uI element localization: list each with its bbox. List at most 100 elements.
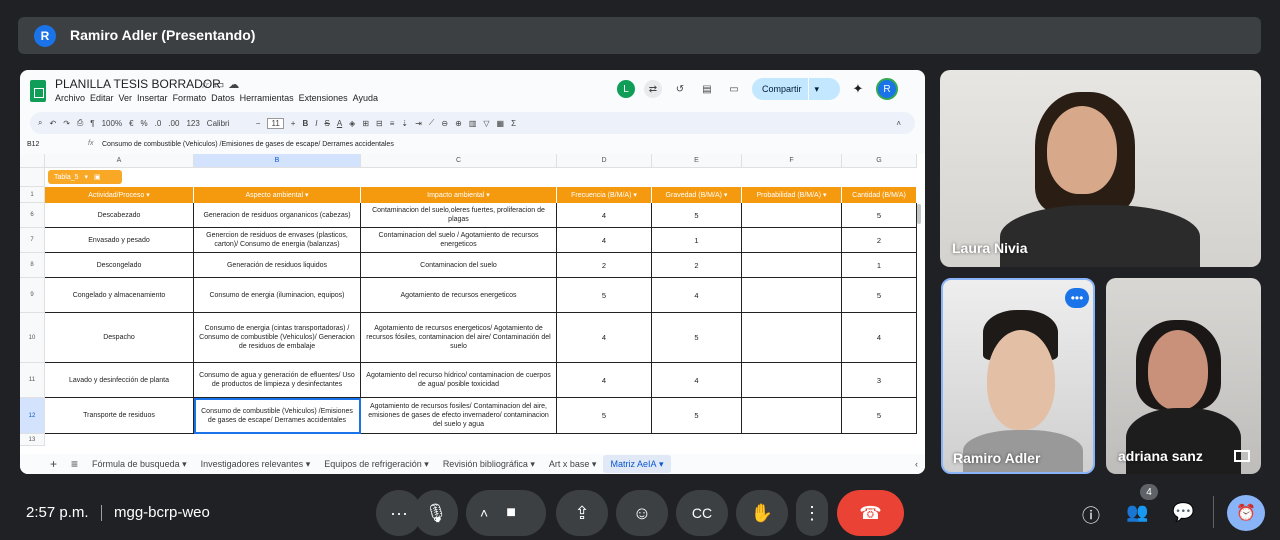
menu-ver[interactable]: Ver	[119, 93, 133, 103]
star-icon[interactable]: ☆	[200, 79, 214, 91]
filter-views-icon[interactable]: ▦	[497, 119, 505, 128]
table-cell[interactable]: 1	[842, 253, 917, 278]
row-header[interactable]: 13	[20, 434, 45, 446]
emoji-icon[interactable]: ☺	[616, 490, 668, 536]
comments-icon[interactable]: ▤	[698, 80, 716, 98]
column-header-g[interactable]: G	[842, 154, 917, 168]
camera-button[interactable]: ˄ ■	[466, 490, 546, 536]
cloud-icon[interactable]: ☁	[228, 79, 243, 91]
valign-icon[interactable]: ⇣	[401, 119, 408, 128]
table-cell[interactable]: Genercion de residuos de envases (plasti…	[194, 228, 361, 253]
search-icon[interactable]: ⌕	[38, 118, 42, 128]
table-cell[interactable]: 5	[652, 203, 742, 228]
table-cell[interactable]: 4	[842, 313, 917, 363]
table-cell[interactable]: 5	[652, 313, 742, 363]
comment-icon[interactable]: ⊕	[455, 119, 462, 128]
table-cell[interactable]: Agotamiento de recursos energeticos	[361, 278, 557, 313]
table-cell[interactable]: Consumo de energia (iluminacion, equipos…	[194, 278, 361, 313]
undo-icon[interactable]: ↶	[49, 119, 56, 128]
table-cell[interactable]: Descabezado	[45, 203, 194, 228]
table-cell[interactable]: Consumo de agua y generación de efluente…	[194, 363, 361, 398]
table-cell[interactable]: 5	[842, 203, 917, 228]
gemini-icon[interactable]: ✦	[849, 80, 867, 98]
table-cell[interactable]: 5	[557, 278, 652, 313]
table-cell[interactable]: 4	[557, 228, 652, 253]
add-sheet-icon[interactable]: +	[20, 457, 64, 471]
table-cell[interactable]	[742, 313, 842, 363]
meet-icon[interactable]: ▭	[725, 80, 743, 98]
captions-icon[interactable]: CC	[676, 490, 728, 536]
table-cell[interactable]	[742, 253, 842, 278]
italic-icon[interactable]: I	[315, 119, 317, 128]
scroll-tabs-left-icon[interactable]: ‹	[908, 459, 925, 469]
print-icon[interactable]: ⎙	[77, 118, 83, 128]
table-cell[interactable]: Envasado y pesado	[45, 228, 194, 253]
sheet-tab[interactable]: Investigadores relevantes ▾	[194, 459, 318, 470]
participant-tile-ramiro[interactable]: ••• Ramiro Adler	[941, 278, 1095, 474]
column-header-e[interactable]: E	[652, 154, 742, 168]
menu-extensiones[interactable]: Extensiones	[299, 93, 348, 103]
table-cell[interactable]: 5	[842, 278, 917, 313]
wrap-icon[interactable]: ⇥	[415, 119, 422, 128]
menu-formato[interactable]: Formato	[173, 93, 207, 103]
table-cell[interactable]: 4	[557, 203, 652, 228]
table-header-impacto[interactable]: Impacto ambiental ▾	[361, 187, 557, 203]
table-cell[interactable]: 4	[557, 313, 652, 363]
column-header-a[interactable]: A	[45, 154, 194, 168]
table-cell[interactable]	[742, 398, 842, 434]
table-cell[interactable]: Congelado y almacenamiento	[45, 278, 194, 313]
row-header-blank[interactable]	[20, 168, 45, 187]
table-cell[interactable]: Descongelado	[45, 253, 194, 278]
people-icon[interactable]: 👥	[1126, 502, 1148, 523]
row-header[interactable]: 7	[20, 228, 45, 253]
table-header-cantidad[interactable]: Cantidad (B/M/A)	[842, 187, 917, 203]
sheet-tab[interactable]: Art x base ▾	[542, 459, 604, 470]
row-header[interactable]: 6	[20, 203, 45, 228]
history-icon[interactable]: ↺	[671, 80, 689, 98]
filter-icon[interactable]: ▽	[483, 119, 489, 128]
table-cell[interactable]: Lavado y desinfección de planta	[45, 363, 194, 398]
table-header-frecuencia[interactable]: Frecuencia (B/M/A) ▾	[557, 187, 652, 203]
table-cell[interactable]	[742, 363, 842, 398]
table-cell[interactable]: 2	[842, 228, 917, 253]
selected-cell[interactable]: Consumo de combustible (Vehiculos) /Emis…	[194, 398, 361, 434]
raise-hand-icon[interactable]: ✋	[736, 490, 788, 536]
activities-icon[interactable]: ⏰	[1227, 495, 1265, 531]
zoom-select[interactable]: 100%	[102, 119, 122, 128]
table-cell[interactable]: 4	[652, 363, 742, 398]
column-header-d[interactable]: D	[557, 154, 652, 168]
table-cell[interactable]: Contaminacion del suelo / Agotamiento de…	[361, 228, 557, 253]
table-header-aspecto[interactable]: Aspecto ambiental ▾	[194, 187, 361, 203]
table-cell[interactable]: 4	[557, 363, 652, 398]
table-cell[interactable]	[742, 203, 842, 228]
font-size-input[interactable]: 11	[267, 117, 284, 129]
account-avatar[interactable]: R	[876, 78, 898, 100]
table-cell[interactable]	[742, 228, 842, 253]
table-cell[interactable]: 3	[842, 363, 917, 398]
table-name-chip[interactable]: Tabla_5 ▾ ▣	[48, 170, 122, 184]
row-header[interactable]: 8	[20, 253, 45, 278]
strikethrough-icon[interactable]: S	[324, 119, 329, 128]
corner-cell[interactable]	[20, 154, 45, 168]
rotate-icon[interactable]: ⟋	[429, 118, 435, 128]
sheet-tab[interactable]: Fórmula de busqueda ▾	[85, 459, 194, 470]
paint-format-icon[interactable]: ¶	[90, 119, 94, 128]
more-options-icon[interactable]: ⋮	[796, 490, 828, 536]
sheet-tab-active[interactable]: Matriz AeIA ▾	[603, 455, 671, 473]
link-icon[interactable]: ⊖	[441, 119, 448, 128]
menu-ayuda[interactable]: Ayuda	[353, 93, 378, 103]
table-cell[interactable]: Contaminacion del suelo	[361, 253, 557, 278]
row-header[interactable]: 11	[20, 363, 45, 398]
font-select[interactable]: Calibri	[207, 119, 249, 128]
present-screen-icon[interactable]: ⇪	[556, 490, 608, 536]
table-header-probabilidad[interactable]: Probabilidad (B/M/A) ▾	[742, 187, 842, 203]
table-cell[interactable]	[742, 278, 842, 313]
chevron-up-icon[interactable]: ˄	[480, 505, 488, 521]
collaborator-avatar[interactable]: L	[617, 80, 635, 98]
chart-icon[interactable]: ▥	[469, 119, 477, 128]
row-header[interactable]: 10	[20, 313, 45, 363]
table-cell[interactable]: Agotamiento de recursos fosiles/ Contami…	[361, 398, 557, 434]
menu-datos[interactable]: Datos	[211, 93, 235, 103]
more-options-icon[interactable]: •••	[1065, 288, 1089, 308]
table-header-actividad[interactable]: Actividad/Proceso ▾	[45, 187, 194, 203]
